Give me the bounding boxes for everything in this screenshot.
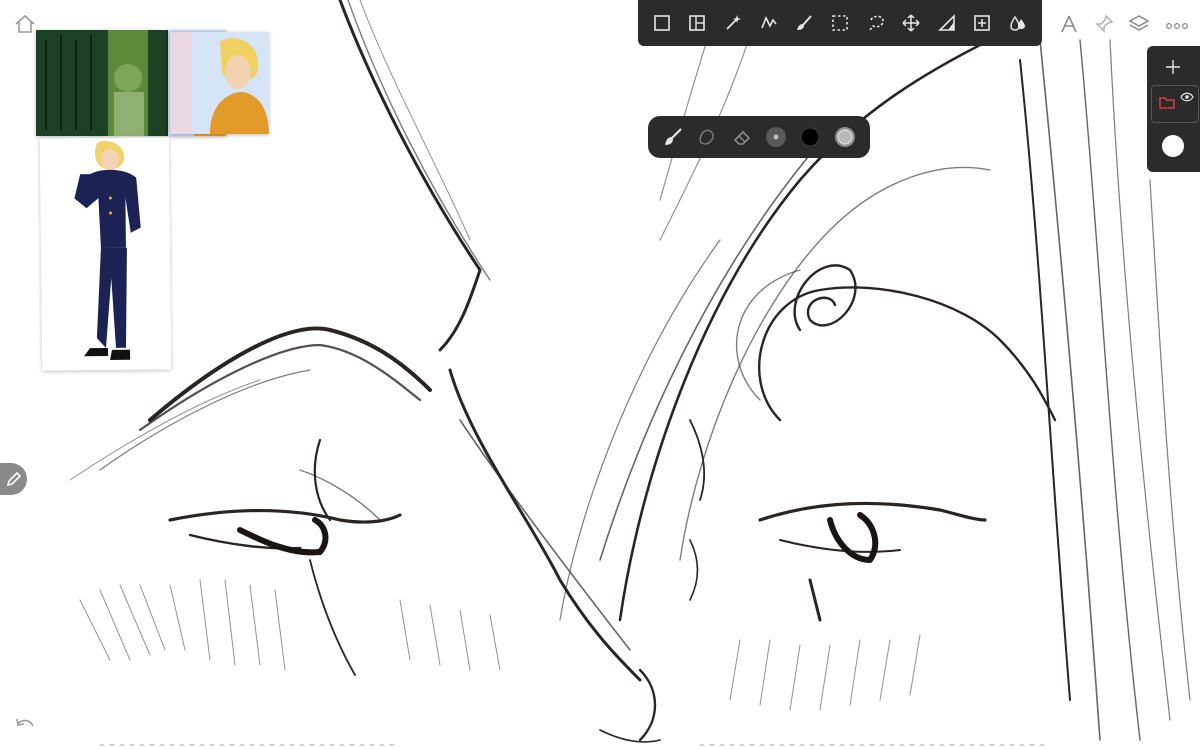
layers-panel: [1147, 46, 1200, 172]
color-swatch-icon[interactable]: [796, 123, 824, 151]
frame-icon[interactable]: [648, 9, 676, 37]
gradient-icon[interactable]: [933, 9, 961, 37]
color-dot-icon[interactable]: [1161, 134, 1185, 163]
opacity-icon[interactable]: [831, 123, 859, 151]
paintbrush-icon[interactable]: [659, 123, 687, 151]
home-icon[interactable]: [14, 14, 36, 39]
eraser-icon[interactable]: [728, 123, 756, 151]
ruler-icon[interactable]: [1058, 14, 1080, 39]
add-image-icon[interactable]: [968, 9, 996, 37]
add-layer-icon[interactable]: [1164, 58, 1182, 81]
reference-image-character[interactable]: [39, 137, 172, 371]
stroke-adjust-icon[interactable]: [755, 9, 783, 37]
layout-icon[interactable]: [683, 9, 711, 37]
smudge-icon[interactable]: [693, 123, 721, 151]
brush-size-icon[interactable]: [762, 123, 790, 151]
lasso-select-icon[interactable]: [862, 9, 890, 37]
undo-icon[interactable]: [14, 716, 36, 737]
portrait-thumbnail: [170, 32, 269, 134]
visibility-icon[interactable]: [1180, 89, 1194, 107]
pencil-icon: [6, 471, 21, 487]
brush-toolbar: [648, 116, 870, 158]
rect-select-icon[interactable]: [826, 9, 854, 37]
move-icon[interactable]: [897, 9, 925, 37]
top-toolbar: [638, 0, 1042, 46]
more-icon[interactable]: [1165, 18, 1189, 36]
folder-layer-row[interactable]: [1151, 85, 1199, 123]
pin-icon[interactable]: [1094, 14, 1114, 39]
layers-icon[interactable]: [1128, 13, 1150, 40]
character-thumbnail: [39, 137, 172, 371]
folder-layer-icon: [1159, 95, 1175, 114]
color-drops-icon[interactable]: [1004, 9, 1032, 37]
reference-image-portrait[interactable]: [170, 32, 269, 134]
brush-tool-icon[interactable]: [790, 9, 818, 37]
magic-wand-icon[interactable]: [719, 9, 747, 37]
